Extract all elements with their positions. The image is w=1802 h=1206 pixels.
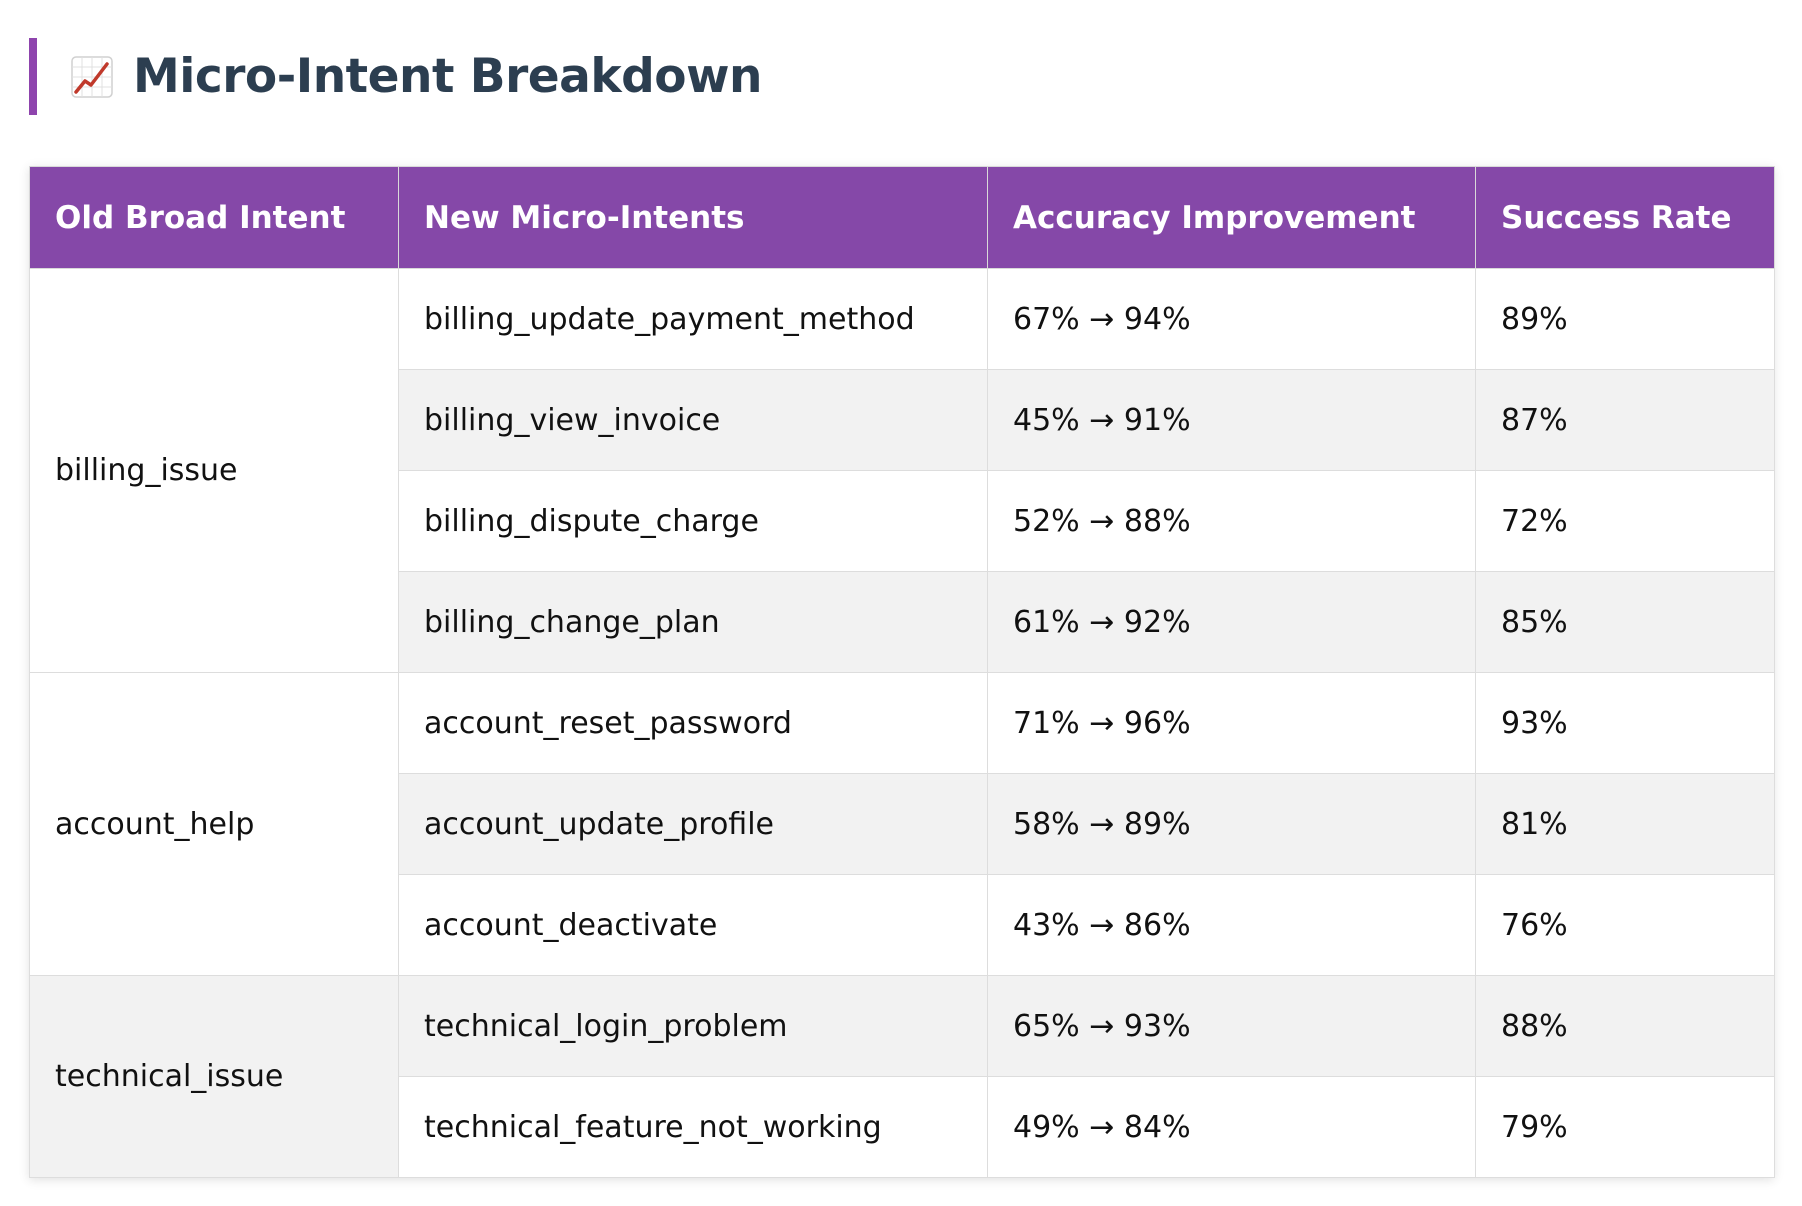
micro-intent-cell: account_update_profile	[398, 773, 988, 875]
success-rate-cell: 85%	[1475, 571, 1775, 673]
micro-intent-table: Old Broad Intent New Micro-Intents Accur…	[29, 166, 1775, 1178]
micro-intent-cell: technical_login_problem	[398, 975, 988, 1077]
success-rate-cell: 93%	[1475, 672, 1775, 774]
micro-intent-table-container: Old Broad Intent New Micro-Intents Accur…	[29, 166, 1775, 1178]
section-heading: Micro-Intent Breakdown	[29, 38, 762, 115]
success-rate-cell: 76%	[1475, 874, 1775, 976]
success-rate-cell: 79%	[1475, 1076, 1775, 1178]
accuracy-cell: 43% → 86%	[987, 874, 1476, 976]
micro-intent-cell: technical_feature_not_working	[398, 1076, 988, 1178]
table-row: account_help account_reset_password 71% …	[29, 672, 1775, 976]
success-rate-cell: 88%	[1475, 975, 1775, 1077]
table-row: billing_issue billing_update_payment_met…	[29, 268, 1775, 673]
accuracy-cell: 52% → 88%	[987, 470, 1476, 572]
column-header-old-broad-intent: Old Broad Intent	[29, 166, 399, 269]
table-header-row: Old Broad Intent New Micro-Intents Accur…	[29, 166, 1775, 269]
accuracy-cell: 67% → 94%	[987, 268, 1476, 370]
broad-intent-cell: technical_issue	[29, 975, 399, 1178]
micro-intent-cell: billing_update_payment_method	[398, 268, 988, 370]
column-header-success-rate: Success Rate	[1475, 166, 1775, 269]
broad-intent-cell: billing_issue	[29, 268, 399, 673]
success-rate-cell: 89%	[1475, 268, 1775, 370]
page: Micro-Intent Breakdown Old Broad Intent …	[0, 0, 1802, 1206]
table-row: technical_issue technical_login_problem …	[29, 975, 1775, 1178]
micro-intent-cell: account_reset_password	[398, 672, 988, 774]
micro-intent-cell: account_deactivate	[398, 874, 988, 976]
chart-increasing-icon	[71, 55, 113, 98]
success-rate-cell: 87%	[1475, 369, 1775, 471]
micro-intent-cell: billing_change_plan	[398, 571, 988, 673]
success-rate-cell: 72%	[1475, 470, 1775, 572]
success-rate-cell: 81%	[1475, 773, 1775, 875]
column-header-accuracy-improvement: Accuracy Improvement	[987, 166, 1476, 269]
accuracy-cell: 49% → 84%	[987, 1076, 1476, 1178]
micro-intent-cell: billing_view_invoice	[398, 369, 988, 471]
accuracy-cell: 65% → 93%	[987, 975, 1476, 1077]
column-header-new-micro-intents: New Micro-Intents	[398, 166, 988, 269]
accuracy-cell: 45% → 91%	[987, 369, 1476, 471]
micro-intent-cell: billing_dispute_charge	[398, 470, 988, 572]
broad-intent-cell: account_help	[29, 672, 399, 976]
accuracy-cell: 71% → 96%	[987, 672, 1476, 774]
page-title: Micro-Intent Breakdown	[133, 49, 762, 104]
accuracy-cell: 61% → 92%	[987, 571, 1476, 673]
accuracy-cell: 58% → 89%	[987, 773, 1476, 875]
